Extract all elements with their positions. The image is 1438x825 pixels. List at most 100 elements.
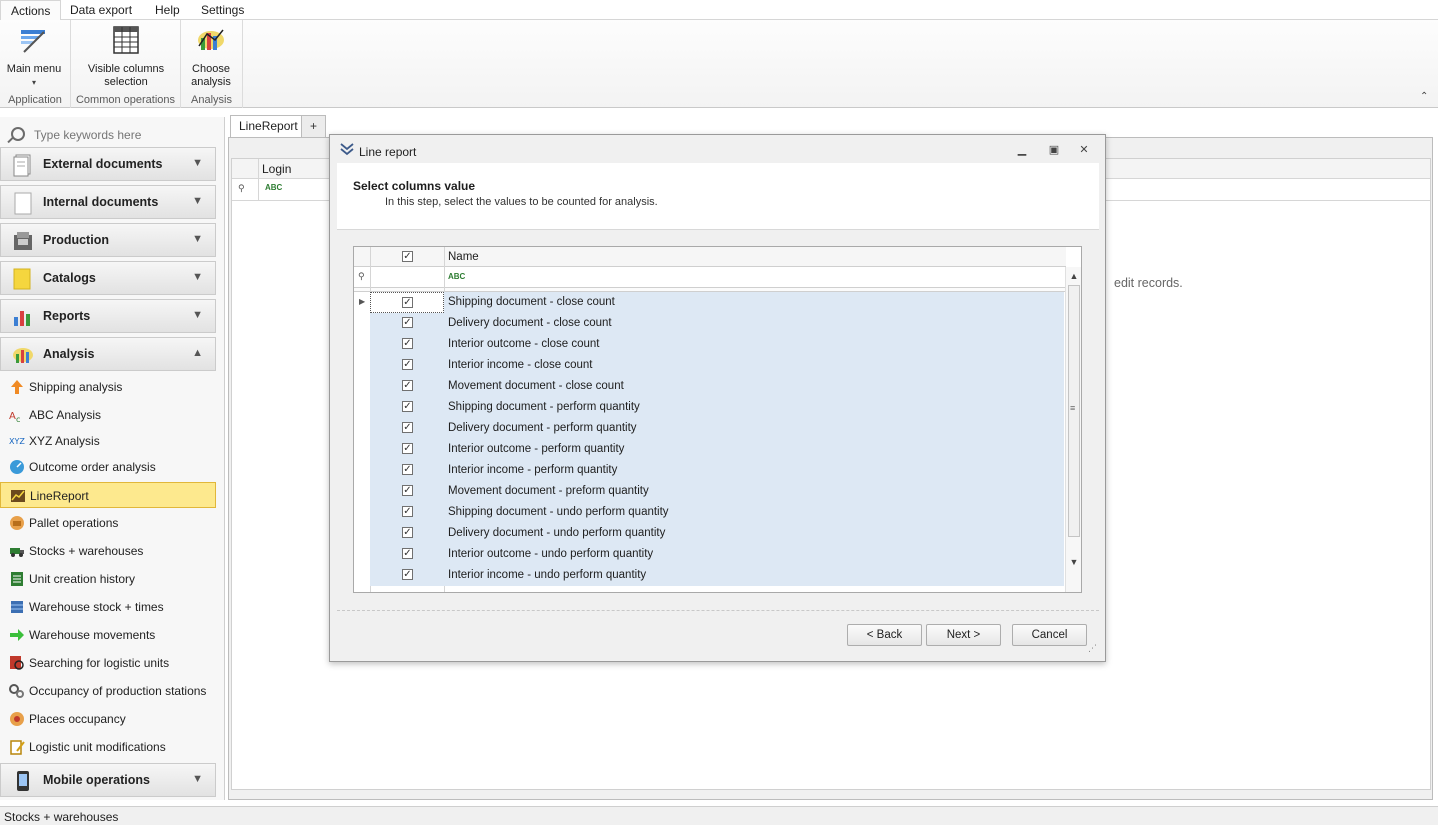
row-indicator [354, 502, 370, 523]
nav-section-external-documents[interactable]: External documents ▼ [0, 147, 216, 181]
column-header-name[interactable]: Name [448, 251, 479, 263]
table-row[interactable]: ✓ Delivery document - close count [354, 313, 1066, 334]
nav-section-label: Catalogs [43, 271, 96, 285]
table-row[interactable]: ▶ ✓ Shipping document - close count [354, 292, 1066, 313]
scroll-down-icon[interactable]: ▼ [1069, 557, 1079, 567]
name-cell: Movement document - preform quantity [444, 481, 1064, 502]
table-row[interactable]: ✓ Delivery document - perform quantity [354, 418, 1066, 439]
truck-icon [10, 548, 24, 557]
row-checkbox[interactable]: ✓ [402, 422, 413, 433]
back-button[interactable]: < Back [847, 624, 922, 646]
tab-help[interactable]: Help [145, 0, 190, 20]
row-name: Shipping document - perform quantity [448, 401, 640, 413]
row-checkbox[interactable]: ✓ [402, 569, 413, 580]
nav-item-linereport[interactable]: LineReport [0, 482, 216, 508]
row-checkbox[interactable]: ✓ [402, 317, 413, 328]
table-row[interactable]: ✓ Interior income - close count [354, 355, 1066, 376]
scroll-thumb[interactable]: ≡ [1068, 285, 1080, 537]
row-checkbox[interactable]: ✓ [402, 548, 413, 559]
group-label-analysis: Analysis [191, 94, 232, 106]
row-checkbox[interactable]: ✓ [402, 297, 413, 308]
table-row[interactable]: ✓ Movement document - preform quantity [354, 481, 1066, 502]
row-checkbox[interactable]: ✓ [402, 359, 413, 370]
name-cell: Shipping document - undo perform quantit… [444, 502, 1064, 523]
table-row[interactable]: ✓ Delivery document - undo perform quant… [354, 523, 1066, 544]
chevron-down-icon: ▼ [192, 195, 203, 207]
checkbox-cell: ✓ [370, 565, 444, 586]
row-checkbox[interactable]: ✓ [402, 401, 413, 412]
table-row[interactable]: ✓ Shipping document - undo perform quant… [354, 502, 1066, 523]
choose-analysis-button[interactable]: Choose analysis [185, 24, 237, 89]
main-menu-icon [21, 30, 45, 53]
table-row[interactable]: ✓ Shipping document - perform quantity [354, 397, 1066, 418]
restore-icon[interactable]: ▣ [1046, 143, 1062, 157]
tab-actions[interactable]: Actions [0, 0, 62, 21]
nav-item-logistic-unit-modifications[interactable]: Logistic unit modifications [0, 734, 216, 760]
tab-linereport[interactable]: LineReport [230, 115, 307, 138]
next-button[interactable]: Next > [926, 624, 1001, 646]
nav-item-pallet-operations[interactable]: Pallet operations [0, 510, 216, 536]
table-row[interactable]: ✓ Interior outcome - undo perform quanti… [354, 544, 1066, 565]
main-menu-button[interactable]: Main menu ▾ [2, 24, 66, 89]
column-header-login[interactable]: Login [262, 162, 291, 176]
nav-search-input[interactable] [34, 126, 214, 144]
row-pointer-icon: ▶ [359, 297, 366, 306]
svg-text:XYZ: XYZ [9, 437, 25, 446]
nav-section-catalogs[interactable]: Catalogs ▼ [0, 261, 216, 295]
nav-item-outcome-order-analysis[interactable]: Outcome order analysis [0, 454, 216, 480]
ribbon-tab-bar: Actions Data export Help Settings [0, 0, 1438, 21]
row-checkbox[interactable]: ✓ [402, 506, 413, 517]
grid-scrollbar[interactable]: ▲ ≡ ▼ [1065, 267, 1081, 592]
table-row[interactable]: ✓ Interior income - perform quantity [354, 460, 1066, 481]
table-row[interactable]: ✓ Interior outcome - close count [354, 334, 1066, 355]
row-name: Delivery document - undo perform quantit… [448, 527, 666, 539]
nav-item-abc-analysis[interactable]: Ac ABC Analysis [0, 402, 216, 428]
nav-item-occupancy-production-stations[interactable]: Occupancy of production stations [0, 678, 216, 704]
add-tab-button[interactable]: + [301, 115, 327, 138]
visible-columns-button[interactable]: Visible columns selection [81, 24, 171, 89]
collapse-ribbon-icon[interactable]: ⌃ [1420, 92, 1430, 102]
row-checkbox[interactable]: ✓ [402, 380, 413, 391]
abc-filter-icon[interactable]: ABC [265, 183, 282, 192]
nav-section-internal-documents[interactable]: Internal documents ▼ [0, 185, 216, 219]
nav-item-warehouse-movements[interactable]: Warehouse movements [0, 622, 216, 648]
row-checkbox[interactable]: ✓ [402, 443, 413, 454]
visible-columns-label-1: Visible columns [87, 63, 165, 75]
row-checkbox[interactable]: ✓ [402, 527, 413, 538]
nav-section-production[interactable]: Production ▼ [0, 223, 216, 257]
minimize-icon[interactable]: ▁ [1014, 143, 1030, 157]
nav-item-warehouse-stock-times[interactable]: Warehouse stock + times [0, 594, 216, 620]
scroll-up-icon[interactable]: ▲ [1069, 271, 1079, 281]
nav-item-places-occupancy[interactable]: Places occupancy [0, 706, 216, 732]
nav-item-unit-creation-history[interactable]: Unit creation history [0, 566, 216, 592]
nav-section-mobile-operations[interactable]: Mobile operations ▼ [0, 763, 216, 797]
row-name: Interior outcome - perform quantity [448, 443, 625, 455]
nav-section-analysis[interactable]: Analysis ▲ [0, 337, 216, 371]
row-name: Interior outcome - undo perform quantity [448, 548, 654, 560]
name-cell: Interior outcome - undo perform quantity [444, 544, 1064, 565]
folder-icon [13, 268, 31, 290]
nav-item-xyz-analysis[interactable]: XYZ XYZ Analysis [0, 428, 216, 454]
nav-item-stocks-warehouses[interactable]: Stocks + warehouses [0, 538, 216, 564]
cancel-button[interactable]: Cancel [1012, 624, 1087, 646]
tab-settings[interactable]: Settings [191, 0, 254, 20]
visible-columns-label-2: selection [104, 76, 148, 88]
name-cell: Shipping document - close count [444, 292, 1064, 313]
wizard-subheading: In this step, select the values to be co… [385, 196, 658, 208]
abc-filter-icon[interactable]: ABC [448, 272, 465, 281]
nav-item-shipping-analysis[interactable]: Shipping analysis [0, 374, 216, 400]
status-text: Stocks + warehouses [4, 810, 119, 824]
row-checkbox[interactable]: ✓ [402, 464, 413, 475]
nav-item-searching-logistic-units[interactable]: Searching for logistic units [0, 650, 216, 676]
table-row[interactable]: ✓ Interior outcome - perform quantity [354, 439, 1066, 460]
table-row[interactable]: ✓ Movement document - close count [354, 376, 1066, 397]
table-row[interactable]: ✓ Interior income - undo perform quantit… [354, 565, 1066, 586]
select-all-checkbox[interactable]: ✓ [402, 251, 413, 262]
resize-grip-icon[interactable]: ⋰ [1088, 643, 1097, 654]
name-cell: Interior income - perform quantity [444, 460, 1064, 481]
nav-section-reports[interactable]: Reports ▼ [0, 299, 216, 333]
row-checkbox[interactable]: ✓ [402, 338, 413, 349]
row-checkbox[interactable]: ✓ [402, 485, 413, 496]
close-icon[interactable]: ✕ [1076, 143, 1092, 157]
tab-data-export[interactable]: Data export [60, 0, 142, 20]
